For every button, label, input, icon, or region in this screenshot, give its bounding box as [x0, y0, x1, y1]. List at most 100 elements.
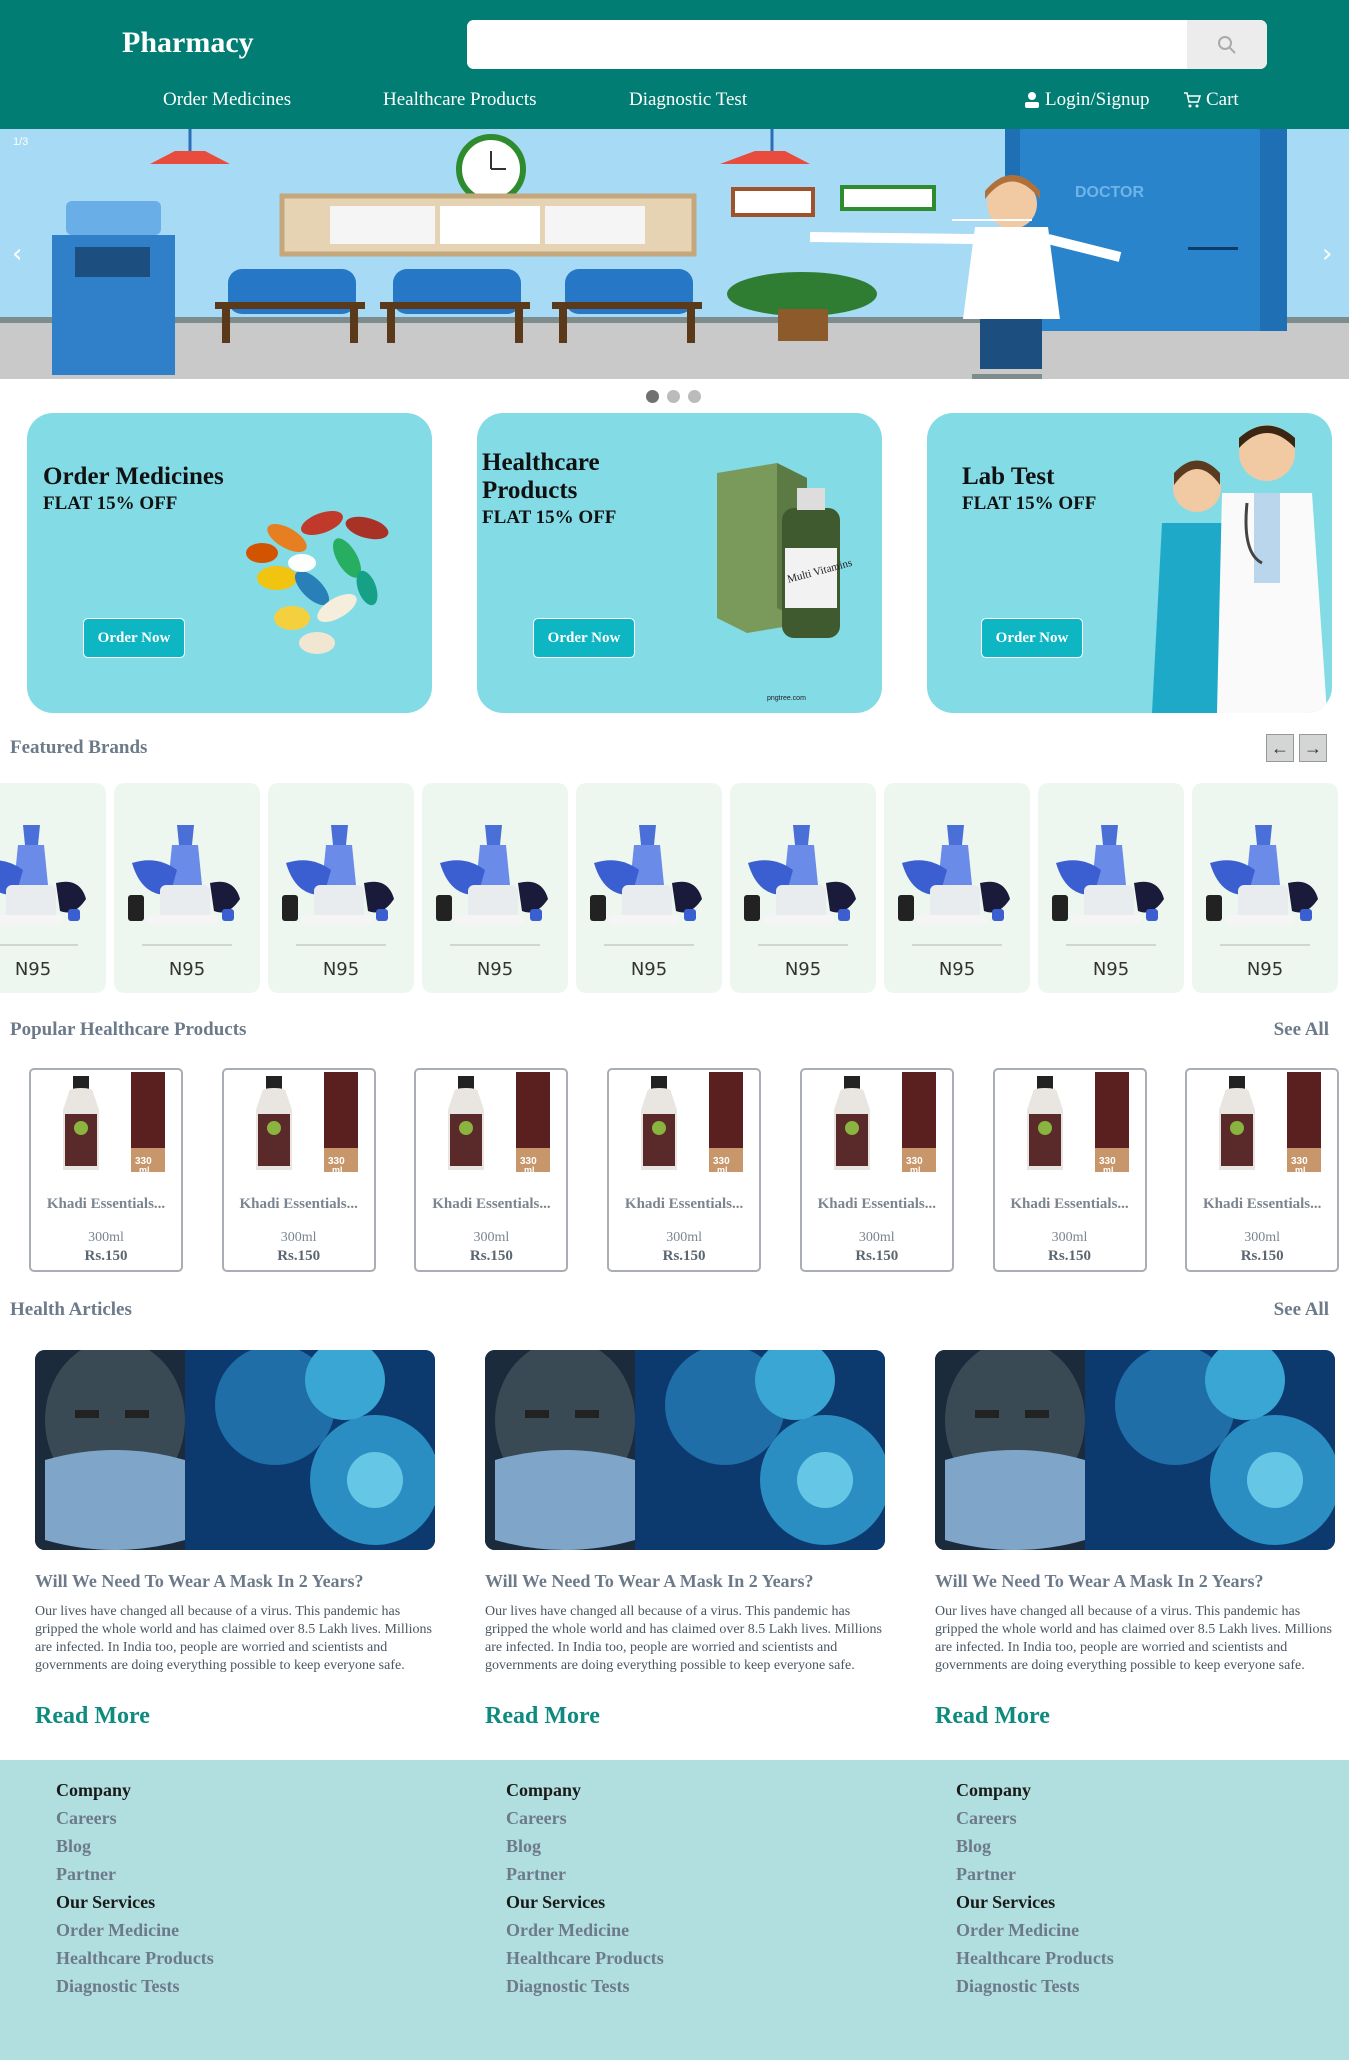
footer-link[interactable]: Healthcare Products [56, 1944, 214, 1972]
product-price: Rs.150 [469, 1248, 513, 1264]
promo-title: Healthcare Products [482, 449, 600, 504]
product-card[interactable]: 330 ml Khadi Essentials... 300ml Rs.150 [607, 1068, 762, 1272]
footer-link[interactable]: Partner [956, 1860, 1114, 1888]
brand-card[interactable]: N95 [1192, 783, 1338, 993]
footer-link[interactable]: Order Medicine [56, 1916, 214, 1944]
brand-label: N95 [322, 959, 360, 980]
product-price: Rs.150 [277, 1248, 321, 1264]
footer-link[interactable]: Partner [56, 1860, 214, 1888]
user-icon [1025, 92, 1039, 108]
footer-link[interactable]: Order Medicine [956, 1916, 1114, 1944]
brand-card[interactable]: N95 [1038, 783, 1184, 993]
footer-heading-company: Company [956, 1780, 1032, 1800]
product-name: Khadi Essentials... [239, 1196, 358, 1212]
cart-icon [1184, 92, 1201, 108]
arrow-left-icon[interactable]: ← [1266, 734, 1294, 762]
footer-link[interactable]: Diagnostic Tests [956, 1972, 1114, 2000]
chevron-left-icon[interactable]: ‹ [12, 239, 22, 269]
brand-card[interactable]: N95 [730, 783, 876, 993]
nebulizer-image [1052, 825, 1164, 925]
footer-link[interactable]: Careers [506, 1804, 664, 1832]
product-size: 300ml [1051, 1230, 1088, 1245]
popular-products-title: Popular Healthcare Products [10, 1019, 247, 1040]
carousel-dot[interactable] [667, 390, 680, 403]
product-bottle-image: 330ml [448, 1072, 551, 1175]
nav-order-medicines[interactable]: Order Medicines [163, 89, 291, 111]
footer-link[interactable]: Healthcare Products [956, 1944, 1114, 1972]
footer-link[interactable]: Diagnostic Tests [56, 1972, 214, 2000]
footer-column: Company Careers Blog Partner Our Services Ord… [506, 1776, 664, 2000]
product-card[interactable]: 330 ml Khadi Essentials... 300ml Rs.150 [799, 1068, 954, 1272]
divider [758, 944, 848, 946]
product-name: Khadi Essentials... [46, 1196, 166, 1212]
slide-counter: 1/3 [13, 136, 29, 148]
product-price: Rs.150 [84, 1248, 128, 1264]
order-now-button[interactable]: Order Now [981, 618, 1083, 658]
order-now-button[interactable]: Order Now [83, 618, 185, 658]
product-card[interactable]: 330 ml Khadi Essentials... 300ml Rs.150 [992, 1068, 1147, 1272]
svg-text:ml: ml [1103, 1165, 1114, 1175]
footer-column: Company Careers Blog Partner Our Services Ord… [56, 1776, 214, 2000]
read-more-link[interactable]: Read More [35, 1703, 150, 1730]
footer-link[interactable]: Blog [506, 1832, 664, 1860]
product-card[interactable]: 330 ml Khadi Essentials... 300ml Rs.150 [414, 1068, 569, 1272]
product-card[interactable]: 330 ml Khadi Essentials... 300ml Rs.150 [221, 1068, 376, 1272]
promo-title: Order Medicines [43, 463, 224, 490]
product-size: 300ml [473, 1230, 510, 1245]
carousel-dot[interactable] [646, 390, 659, 403]
nebulizer-image [436, 825, 548, 925]
footer-link[interactable]: Blog [56, 1832, 214, 1860]
logo[interactable]: Pharmacy [122, 26, 254, 60]
article-title[interactable]: Will We Need To Wear A Mask In 2 Years? [485, 1571, 814, 1592]
order-now-button[interactable]: Order Now [533, 618, 635, 658]
article-image [485, 1350, 885, 1550]
see-all-articles-link[interactable]: See All [1274, 1299, 1329, 1321]
footer-link[interactable]: Order Medicine [506, 1916, 664, 1944]
brand-card[interactable]: N95 [576, 783, 722, 993]
article-title[interactable]: Will We Need To Wear A Mask In 2 Years? [35, 1571, 364, 1592]
brand-card[interactable]: N95 [0, 783, 106, 993]
footer-heading-services: Our Services [506, 1892, 606, 1912]
article-image-frame[interactable] [35, 1350, 435, 1550]
see-all-products-link[interactable]: See All [1274, 1019, 1329, 1041]
promo-card-healthcare: Healthcare Products FLAT 15% OFF Multi V… [477, 413, 882, 713]
arrow-right-icon[interactable]: → [1299, 734, 1327, 762]
read-more-link[interactable]: Read More [485, 1703, 600, 1730]
footer-link[interactable]: Partner [506, 1860, 664, 1888]
article-excerpt: Our lives have changed all because of a … [485, 1604, 882, 1673]
cart-link[interactable]: Cart [1183, 89, 1239, 111]
nav-healthcare-products[interactable]: Healthcare Products [383, 89, 537, 111]
search-input[interactable] [467, 20, 1187, 69]
brand-label: N95 [1092, 959, 1130, 980]
product-card[interactable]: 330 ml Khadi Essentials... 300ml Rs.150 [29, 1068, 183, 1272]
nav-diagnostic-test[interactable]: Diagnostic Test [629, 89, 747, 111]
footer-link[interactable]: Blog [956, 1832, 1114, 1860]
article-image-frame[interactable] [485, 1350, 885, 1550]
brand-card[interactable]: N95 [114, 783, 260, 993]
carousel-dot[interactable] [688, 390, 701, 403]
brand-card[interactable]: N95 [884, 783, 1030, 993]
product-name: Khadi Essentials... [1203, 1196, 1322, 1212]
product-price: Rs.150 [1048, 1248, 1091, 1264]
login-link[interactable]: Login/Signup [1024, 89, 1150, 111]
brand-card[interactable]: N95 [422, 783, 568, 993]
article-image [935, 1350, 1335, 1550]
product-card[interactable]: 330 ml Khadi Essentials... 300ml Rs.150 [1185, 1068, 1340, 1272]
footer-link[interactable]: Diagnostic Tests [506, 1972, 664, 2000]
chevron-right-icon[interactable]: › [1322, 239, 1332, 269]
divider [604, 944, 694, 946]
brand-card[interactable]: N95 [268, 783, 414, 993]
login-label: Login/Signup [1045, 89, 1150, 110]
search-button[interactable] [1187, 20, 1267, 69]
read-more-link[interactable]: Read More [935, 1703, 1050, 1730]
footer-link[interactable]: Careers [956, 1804, 1114, 1832]
divider [1066, 944, 1156, 946]
product-price: Rs.150 [1240, 1248, 1284, 1264]
article-image-frame[interactable] [935, 1350, 1335, 1550]
article-title[interactable]: Will We Need To Wear A Mask In 2 Years? [935, 1571, 1264, 1592]
footer-link[interactable]: Careers [56, 1804, 214, 1832]
clinic-illustration: DOCTOR [0, 129, 1349, 379]
product-name: Khadi Essentials... [432, 1196, 551, 1212]
brand-label: N95 [168, 959, 206, 980]
footer-link[interactable]: Healthcare Products [506, 1944, 664, 1972]
